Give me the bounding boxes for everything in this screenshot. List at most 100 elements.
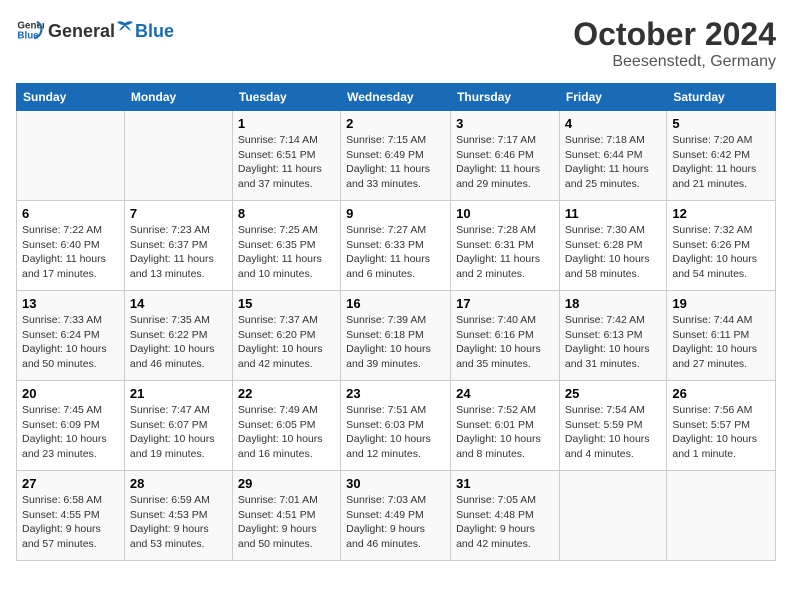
day-info: Sunrise: 7:28 AM Sunset: 6:31 PM Dayligh… [456, 223, 554, 282]
day-cell: 8 Sunrise: 7:25 AM Sunset: 6:35 PM Daylig… [232, 201, 340, 291]
day-cell: 23 Sunrise: 7:51 AM Sunset: 6:03 PM Dayli… [341, 381, 451, 471]
day-number: 5 [672, 116, 770, 131]
header-cell-wednesday: Wednesday [341, 84, 451, 111]
day-cell: 11Sunrise: 7:30 AM Sunset: 6:28 PM Dayli… [559, 201, 666, 291]
day-info: Sunrise: 7:42 AM Sunset: 6:13 PM Dayligh… [565, 313, 661, 372]
calendar-table: SundayMondayTuesdayWednesdayThursdayFrid… [16, 83, 776, 561]
day-info: Sunrise: 7:01 AM Sunset: 4:51 PM Dayligh… [238, 493, 335, 552]
day-cell: 27 Sunrise: 6:58 AM Sunset: 4:55 PM Dayli… [17, 471, 125, 561]
day-cell: 18 Sunrise: 7:42 AM Sunset: 6:13 PM Dayli… [559, 291, 666, 381]
day-cell: 30 Sunrise: 7:03 AM Sunset: 4:49 PM Dayli… [341, 471, 451, 561]
day-number: 24 [456, 386, 554, 401]
header-cell-sunday: Sunday [17, 84, 125, 111]
logo-blue-text: Blue [135, 21, 174, 42]
day-number: 28 [130, 476, 227, 491]
day-number: 14 [130, 296, 227, 311]
day-number: 18 [565, 296, 661, 311]
header-cell-monday: Monday [124, 84, 232, 111]
day-cell: 16Sunrise: 7:39 AM Sunset: 6:18 PM Dayli… [341, 291, 451, 381]
day-number: 16 [346, 296, 445, 311]
logo-bird-icon [116, 19, 134, 37]
day-cell [124, 111, 232, 201]
day-cell: 15 Sunrise: 7:37 AM Sunset: 6:20 PM Dayli… [232, 291, 340, 381]
day-cell: 12Sunrise: 7:32 AM Sunset: 6:26 PM Dayli… [667, 201, 776, 291]
logo: General Blue General Blue [16, 16, 174, 44]
day-cell: 22 Sunrise: 7:49 AM Sunset: 6:05 PM Dayli… [232, 381, 340, 471]
day-number: 1 [238, 116, 335, 131]
day-info: Sunrise: 6:59 AM Sunset: 4:53 PM Dayligh… [130, 493, 227, 552]
day-info: Sunrise: 7:47 AM Sunset: 6:07 PM Dayligh… [130, 403, 227, 462]
week-row-4: 20Sunrise: 7:45 AM Sunset: 6:09 PM Dayli… [17, 381, 776, 471]
week-row-2: 6 Sunrise: 7:22 AM Sunset: 6:40 PM Daylig… [17, 201, 776, 291]
day-number: 10 [456, 206, 554, 221]
day-info: Sunrise: 7:20 AM Sunset: 6:42 PM Dayligh… [672, 133, 770, 192]
day-number: 7 [130, 206, 227, 221]
day-info: Sunrise: 7:14 AM Sunset: 6:51 PM Dayligh… [238, 133, 335, 192]
day-cell [17, 111, 125, 201]
title-area: October 2024 Beesenstedt, Germany [573, 16, 776, 71]
day-number: 31 [456, 476, 554, 491]
day-info: Sunrise: 6:58 AM Sunset: 4:55 PM Dayligh… [22, 493, 119, 552]
day-cell: 1 Sunrise: 7:14 AM Sunset: 6:51 PM Daylig… [232, 111, 340, 201]
day-number: 6 [22, 206, 119, 221]
day-number: 26 [672, 386, 770, 401]
day-number: 17 [456, 296, 554, 311]
day-info: Sunrise: 7:44 AM Sunset: 6:11 PM Dayligh… [672, 313, 770, 372]
day-number: 23 [346, 386, 445, 401]
day-cell: 29 Sunrise: 7:01 AM Sunset: 4:51 PM Dayli… [232, 471, 340, 561]
day-info: Sunrise: 7:22 AM Sunset: 6:40 PM Dayligh… [22, 223, 119, 282]
day-info: Sunrise: 7:51 AM Sunset: 6:03 PM Dayligh… [346, 403, 445, 462]
day-number: 8 [238, 206, 335, 221]
day-number: 27 [22, 476, 119, 491]
day-info: Sunrise: 7:54 AM Sunset: 5:59 PM Dayligh… [565, 403, 661, 462]
day-cell: 6 Sunrise: 7:22 AM Sunset: 6:40 PM Daylig… [17, 201, 125, 291]
day-cell: 26Sunrise: 7:56 AM Sunset: 5:57 PM Dayli… [667, 381, 776, 471]
day-info: Sunrise: 7:17 AM Sunset: 6:46 PM Dayligh… [456, 133, 554, 192]
day-number: 29 [238, 476, 335, 491]
day-number: 22 [238, 386, 335, 401]
day-number: 4 [565, 116, 661, 131]
day-info: Sunrise: 7:40 AM Sunset: 6:16 PM Dayligh… [456, 313, 554, 372]
day-cell: 28 Sunrise: 6:59 AM Sunset: 4:53 PM Dayli… [124, 471, 232, 561]
day-number: 19 [672, 296, 770, 311]
day-number: 21 [130, 386, 227, 401]
day-cell: 31 Sunrise: 7:05 AM Sunset: 4:48 PM Dayli… [451, 471, 560, 561]
header-cell-tuesday: Tuesday [232, 84, 340, 111]
day-cell: 4Sunrise: 7:18 AM Sunset: 6:44 PM Daylig… [559, 111, 666, 201]
day-info: Sunrise: 7:37 AM Sunset: 6:20 PM Dayligh… [238, 313, 335, 372]
header-row: SundayMondayTuesdayWednesdayThursdayFrid… [17, 84, 776, 111]
header: General Blue General Blue October 2024 B… [16, 16, 776, 71]
svg-text:Blue: Blue [17, 30, 39, 41]
month-title: October 2024 [573, 16, 776, 53]
day-info: Sunrise: 7:35 AM Sunset: 6:22 PM Dayligh… [130, 313, 227, 372]
day-cell: 25Sunrise: 7:54 AM Sunset: 5:59 PM Dayli… [559, 381, 666, 471]
day-number: 13 [22, 296, 119, 311]
day-cell: 2Sunrise: 7:15 AM Sunset: 6:49 PM Daylig… [341, 111, 451, 201]
day-info: Sunrise: 7:25 AM Sunset: 6:35 PM Dayligh… [238, 223, 335, 282]
day-number: 9 [346, 206, 445, 221]
day-info: Sunrise: 7:45 AM Sunset: 6:09 PM Dayligh… [22, 403, 119, 462]
day-number: 15 [238, 296, 335, 311]
day-number: 2 [346, 116, 445, 131]
day-info: Sunrise: 7:23 AM Sunset: 6:37 PM Dayligh… [130, 223, 227, 282]
day-info: Sunrise: 7:05 AM Sunset: 4:48 PM Dayligh… [456, 493, 554, 552]
week-row-3: 13Sunrise: 7:33 AM Sunset: 6:24 PM Dayli… [17, 291, 776, 381]
day-cell [559, 471, 666, 561]
header-cell-saturday: Saturday [667, 84, 776, 111]
day-cell: 19 Sunrise: 7:44 AM Sunset: 6:11 PM Dayli… [667, 291, 776, 381]
day-number: 12 [672, 206, 770, 221]
day-number: 3 [456, 116, 554, 131]
week-row-1: 1 Sunrise: 7:14 AM Sunset: 6:51 PM Daylig… [17, 111, 776, 201]
day-info: Sunrise: 7:49 AM Sunset: 6:05 PM Dayligh… [238, 403, 335, 462]
week-row-5: 27 Sunrise: 6:58 AM Sunset: 4:55 PM Dayli… [17, 471, 776, 561]
day-info: Sunrise: 7:27 AM Sunset: 6:33 PM Dayligh… [346, 223, 445, 282]
day-cell: 14 Sunrise: 7:35 AM Sunset: 6:22 PM Dayli… [124, 291, 232, 381]
day-cell: 20Sunrise: 7:45 AM Sunset: 6:09 PM Dayli… [17, 381, 125, 471]
day-cell: 10 Sunrise: 7:28 AM Sunset: 6:31 PM Dayli… [451, 201, 560, 291]
header-cell-friday: Friday [559, 84, 666, 111]
day-number: 30 [346, 476, 445, 491]
header-cell-thursday: Thursday [451, 84, 560, 111]
day-info: Sunrise: 7:03 AM Sunset: 4:49 PM Dayligh… [346, 493, 445, 552]
day-number: 11 [565, 206, 661, 221]
day-cell: 17 Sunrise: 7:40 AM Sunset: 6:16 PM Dayli… [451, 291, 560, 381]
